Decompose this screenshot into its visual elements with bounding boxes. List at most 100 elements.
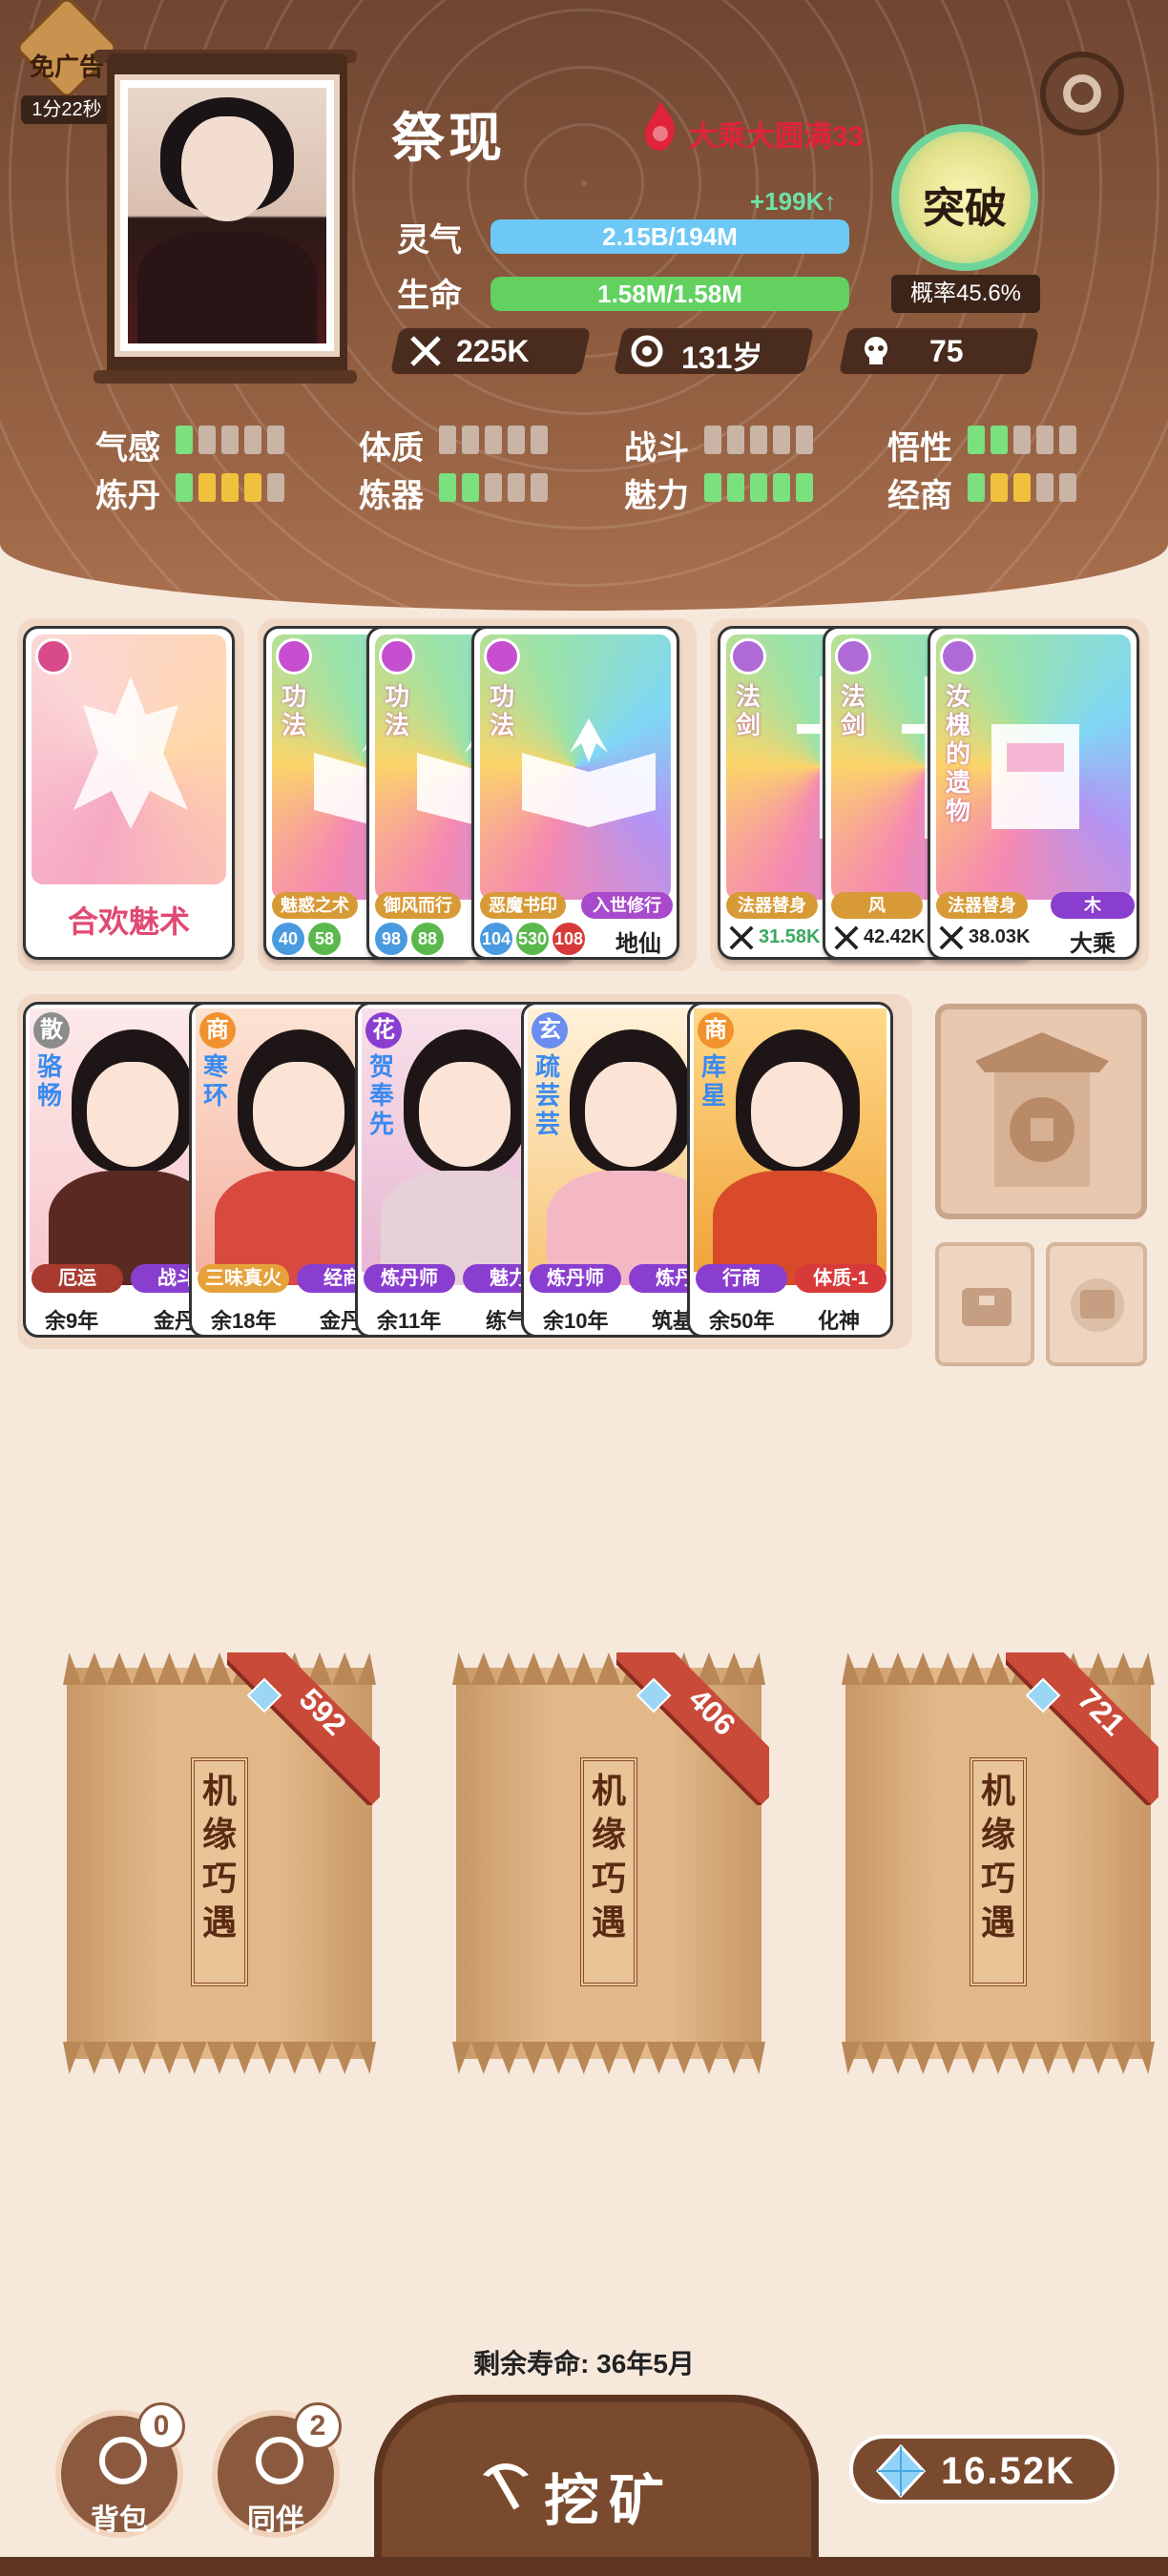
attr-level-segment [244, 473, 261, 502]
companion-realm: 化神 [818, 1309, 861, 1333]
companion-lifespan: 余9年 [45, 1309, 99, 1333]
attr-level-segment [462, 426, 479, 454]
attr-level-segment [485, 426, 502, 454]
companion-face [585, 1062, 677, 1167]
bag-button[interactable]: 背包 0 [55, 2402, 185, 2538]
gongfa-stat-1: 40 [272, 923, 304, 955]
realm-flame-icon [644, 101, 675, 151]
attr-level-segment [198, 473, 216, 502]
companion-sect-badge: 花 [365, 1012, 402, 1049]
pickaxe-icon [483, 2463, 529, 2510]
gongfa-stat-2: 530 [516, 923, 549, 955]
gem-value: 16.52K [941, 2450, 1075, 2492]
companion-tag-1: 行商 [696, 1264, 787, 1293]
breakthrough-label: 突破 [923, 185, 1007, 232]
treasure-vertical-label: 汝槐的遗物 [946, 682, 971, 825]
attr-level-segment [727, 426, 744, 454]
gear-center [1063, 74, 1101, 113]
portrait-face [181, 116, 273, 221]
scroll-icon [484, 638, 520, 675]
remaining-lifetime: 剩余寿命: 36年5月 [473, 2349, 695, 2379]
sword-icon [835, 638, 871, 675]
scroll-building[interactable] [1046, 1242, 1147, 1366]
companion-lifespan: 余50年 [709, 1309, 775, 1333]
character-portrait[interactable] [115, 74, 340, 357]
scroll-icon [276, 638, 312, 675]
attr-level-segment [991, 473, 1008, 502]
attr-level-segment [704, 473, 721, 502]
gongfa-stat-1: 98 [375, 923, 407, 955]
lingqi-gain: +199K↑ [750, 187, 837, 216]
fortune-chest[interactable]: 机 缘 巧 遇 406 [452, 1652, 769, 2076]
shrine-icon [975, 1032, 1109, 1187]
lingqi-value: 2.15B/194M [602, 222, 738, 251]
attr-label: 经商 [887, 478, 952, 514]
attr-level-segment [244, 426, 261, 454]
treasure-card[interactable]: 汝槐的遗物 法器替身 38.03K 木大乘 [928, 626, 1139, 960]
sword-icon [730, 638, 766, 675]
companion-face [87, 1062, 178, 1167]
gate-building[interactable] [935, 1004, 1147, 1219]
scroll-icon [379, 638, 415, 675]
treasure-power: 31.58K [759, 926, 821, 947]
treasure-emblem-icon [991, 724, 1079, 829]
crossed-swords-icon [939, 925, 964, 950]
skull-icon [865, 337, 887, 364]
gongfa-tag: 御风而行 [375, 892, 461, 919]
attr-level-segment [796, 473, 813, 502]
companion-card[interactable]: 商库星 行商 体质-1 余50年 化神 [687, 1002, 893, 1338]
bag-icon [99, 2437, 147, 2484]
fortune-chest[interactable]: 机 缘 巧 遇 592 [63, 1652, 380, 2076]
treasure-power: 42.42K [864, 926, 926, 947]
breakthrough-button[interactable]: 突破 [891, 124, 1038, 271]
attr-label: 气感 [95, 430, 160, 467]
companion-sect-badge: 散 [33, 1012, 70, 1049]
scroll-rod-bottom [94, 370, 357, 384]
attr-level-segment [796, 426, 813, 454]
companion-name: 贺奉先 [369, 1052, 395, 1138]
mine-button[interactable]: 挖矿 [374, 2395, 819, 2576]
cost-ribbon: 592 [227, 1652, 380, 1805]
attr-label: 炼器 [359, 478, 424, 514]
companion-count: 2 [294, 2402, 342, 2450]
attr-level-segment [773, 473, 790, 502]
treasure-vertical-label: 法剑 [736, 682, 761, 739]
crossed-swords-icon [834, 925, 859, 950]
realm-label: 大乘大圆满33 [689, 121, 865, 153]
portrait-robe [137, 231, 317, 343]
bag-label: 背包 [91, 2504, 148, 2536]
power-value: 225K [456, 334, 530, 368]
companion-lifespan: 余18年 [211, 1309, 277, 1333]
treasure-tag: 风 [831, 892, 923, 919]
gem-icon [875, 2444, 927, 2498]
attr-level-segment [704, 426, 721, 454]
companion-button[interactable]: 同伴 2 [212, 2402, 342, 2538]
companion-tag-1: 炼丹师 [530, 1264, 621, 1293]
fox-silhouette-icon [73, 676, 188, 829]
person-icon [256, 2437, 303, 2484]
attr-level-segment [1013, 473, 1031, 502]
companion-sect-badge: 商 [698, 1012, 734, 1049]
attr-level-segment [221, 426, 239, 454]
treasure-vertical-label: 法剑 [841, 682, 866, 739]
settings-gear-icon[interactable] [1040, 52, 1124, 135]
skill-card[interactable]: 合欢魅术 [23, 626, 235, 960]
fortune-chest[interactable]: 机 缘 巧 遇 721 [842, 1652, 1158, 2076]
attr-level-segment [221, 473, 239, 502]
attr-level-segment [176, 426, 193, 454]
companion-name: 库星 [701, 1052, 727, 1110]
companion-lifespan: 余10年 [543, 1309, 609, 1333]
chest-building[interactable] [935, 1242, 1034, 1366]
gongfa-tag: 魅惑之术 [272, 892, 358, 919]
gongfa-card[interactable]: 功法 恶魔书印 104 530 108 入世修行 地仙 [471, 626, 679, 960]
attr-level-segment [267, 426, 284, 454]
age-value: 131岁 [681, 341, 763, 375]
gem-balance[interactable]: 16.52K [849, 2435, 1118, 2503]
attr-level-segment [531, 473, 548, 502]
companion-tag-1: 三味真火 [198, 1264, 289, 1293]
companion-face [751, 1062, 843, 1167]
book-icon [522, 718, 656, 827]
attr-level-segment [531, 426, 548, 454]
life-label: 生命 [397, 278, 462, 314]
companion-name: 骆畅 [37, 1052, 63, 1110]
